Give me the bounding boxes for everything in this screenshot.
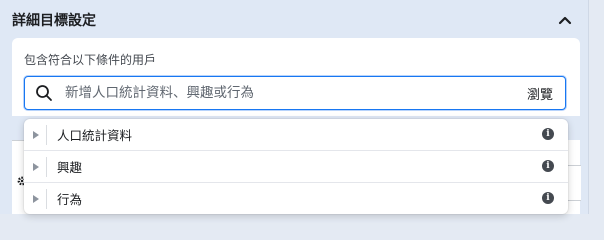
- include-criteria-label: 包含符合以下條件的用戶: [24, 53, 157, 67]
- include-criteria-card: 包含符合以下條件的用戶 瀏覽: [12, 38, 580, 116]
- divider: [12, 140, 24, 141]
- dropdown-item-label: 行為: [57, 192, 83, 207]
- search-icon: [36, 85, 52, 101]
- caret-right-icon[interactable]: [33, 162, 39, 171]
- targeting-search-input[interactable]: [63, 84, 527, 102]
- dropdown-item-label: 興趣: [57, 160, 83, 175]
- panel-title: 詳細目標設定: [12, 13, 96, 29]
- panel-header: 詳細目標設定: [12, 8, 588, 32]
- item-separator: [46, 188, 47, 209]
- dropdown-item-behaviors[interactable]: 行為 i: [24, 183, 568, 214]
- info-icon[interactable]: i: [542, 128, 554, 140]
- chevron-up-icon: [558, 16, 572, 25]
- browse-button[interactable]: 瀏覽: [527, 84, 553, 103]
- collapse-button[interactable]: [556, 11, 574, 29]
- caret-right-icon[interactable]: [33, 130, 39, 139]
- dropdown-item-demographics[interactable]: 人口統計資料 i: [24, 119, 568, 151]
- info-icon[interactable]: i: [542, 192, 554, 204]
- caret-right-icon[interactable]: [33, 194, 39, 203]
- dropdown-item-label: 人口統計資料: [57, 128, 133, 143]
- info-icon[interactable]: i: [542, 160, 554, 172]
- dropdown-item-interests[interactable]: 興趣 i: [24, 151, 568, 183]
- targeting-category-dropdown: 人口統計資料 i 興趣 i 行為 i: [24, 119, 568, 214]
- targeting-search-box[interactable]: 瀏覽: [24, 76, 566, 110]
- item-separator: [46, 156, 47, 177]
- item-separator: [46, 124, 47, 145]
